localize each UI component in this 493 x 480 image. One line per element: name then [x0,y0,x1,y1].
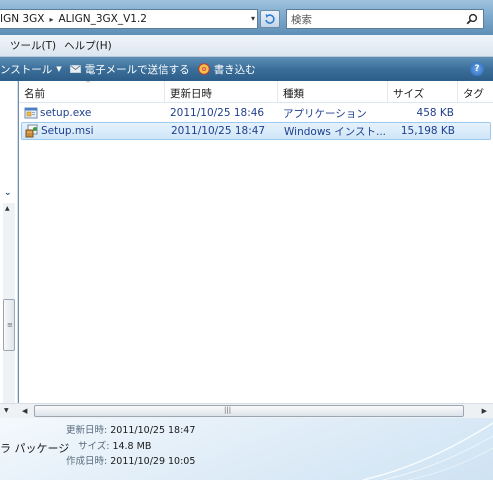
column-header-tag[interactable]: タグ [458,81,493,103]
sort-ascending-icon: ^ [85,81,91,88]
email-label: 電子メールで送信する [84,63,190,76]
breadcrumb-parent[interactable]: IGN 3GX [0,13,44,25]
file-row-setup-msi[interactable]: Setup.msi 2011/10/25 18:47 Windows インスト.… [21,122,491,140]
column-header-date[interactable]: 更新日時 [165,81,278,103]
file-name-cell: Setup.msi [22,124,168,138]
file-date: 2011/10/25 18:46 [170,107,265,119]
scroll-up-arrow-icon[interactable]: ▲ [5,205,10,212]
navigation-scrollbar[interactable]: ▲ ≡ [3,203,15,403]
file-name: setup.exe [40,107,92,119]
install-label: ンストール [0,63,53,76]
column-header-row: 名前 ^ 更新日時 種類 サイズ タグ [19,81,493,103]
command-bar: ンストール ▼ 電子メールで送信する 書き込む ? [0,57,493,81]
search-input[interactable]: 検索 [286,9,484,29]
file-date: 2011/10/25 18:47 [171,125,266,137]
help-button[interactable]: ? [470,62,484,76]
email-button[interactable]: 電子メールで送信する [69,62,190,77]
details-size-label: サイズ: [78,441,110,452]
menu-help[interactable]: ヘルプ(H) [60,38,116,53]
breadcrumb-separator[interactable]: ▸ [49,15,53,24]
install-button[interactable]: ンストール ▼ [0,62,62,77]
details-created-value: 2011/10/29 10:05 [110,456,196,467]
search-icon[interactable] [466,13,478,25]
scroll-right-arrow-icon[interactable]: ▶ [482,407,487,415]
chevron-down-icon: ▼ [56,65,62,73]
refresh-button[interactable] [260,10,280,28]
file-name-cell: setup.exe [21,106,167,120]
details-file-type: ラ パッケージ [0,442,70,455]
details-modified-value: 2011/10/25 18:47 [110,425,196,436]
details-size: サイズ: 14.8 MB [78,438,151,452]
application-icon [24,107,38,119]
grip-icon: ≡ [7,321,13,329]
search-placeholder: 検索 [291,13,312,26]
file-list: 名前 ^ 更新日時 種類 サイズ タグ setup.exe 2011/10/25… [19,81,493,403]
file-name: Setup.msi [41,125,94,137]
file-type: アプリケーション [283,107,367,120]
burn-disc-icon [197,63,210,75]
scroll-left-arrow-icon[interactable]: ◀ [22,407,27,415]
file-type: Windows インスト... [284,125,387,138]
refresh-icon [265,14,275,24]
column-name-label: 名前 [24,88,45,100]
column-header-name[interactable]: 名前 ^ [19,81,165,103]
address-dropdown-icon[interactable]: ▾ [251,14,255,23]
details-size-value: 14.8 MB [112,441,152,452]
horizontal-scrollbar[interactable]: ▼ ◀ ||| ▶ [0,403,493,419]
file-row-setup-exe[interactable]: setup.exe 2011/10/25 18:46 アプリケーション 458 … [21,104,491,122]
column-header-type[interactable]: 種類 [278,81,388,103]
installer-package-icon [25,124,38,138]
details-pane: ラ パッケージ 更新日時: 2011/10/25 18:47 サイズ: 14.8… [0,418,493,480]
decorative-swoosh [362,422,493,480]
scroll-down-arrow-icon[interactable]: ▼ [4,407,9,414]
navigation-scroll-bottom: ▼ [0,404,18,419]
address-box[interactable]: IGN 3GX ▸ ALIGN_3GX_V1.2 ▾ [0,9,258,29]
horizontal-scroll-thumb[interactable]: ||| [34,405,464,417]
burn-button[interactable]: 書き込む [197,62,256,77]
burn-label: 書き込む [213,63,256,76]
details-created-label: 作成日時: [66,456,108,467]
file-size: 458 KB [416,107,454,119]
menu-tools[interactable]: ツール(T) [6,38,60,53]
folders-chevron-icon[interactable]: ⌄ [4,188,12,198]
details-modified-label: 更新日時: [66,425,108,436]
navigation-pane: ⌄ ▲ ≡ [0,81,18,403]
address-bar-area: IGN 3GX ▸ ALIGN_3GX_V1.2 ▾ 検索 [0,0,493,35]
file-size: 15,198 KB [400,125,455,137]
menu-bar: ツール(T) ヘルプ(H) [0,35,493,57]
column-header-size[interactable]: サイズ [388,81,458,103]
navigation-scroll-thumb[interactable]: ≡ [3,299,15,351]
breadcrumb-current[interactable]: ALIGN_3GX_V1.2 [58,13,147,25]
email-icon [69,65,81,73]
details-created: 作成日時: 2011/10/29 10:05 [66,453,195,467]
details-modified: 更新日時: 2011/10/25 18:47 [66,422,195,436]
grip-icon: ||| [224,406,232,414]
